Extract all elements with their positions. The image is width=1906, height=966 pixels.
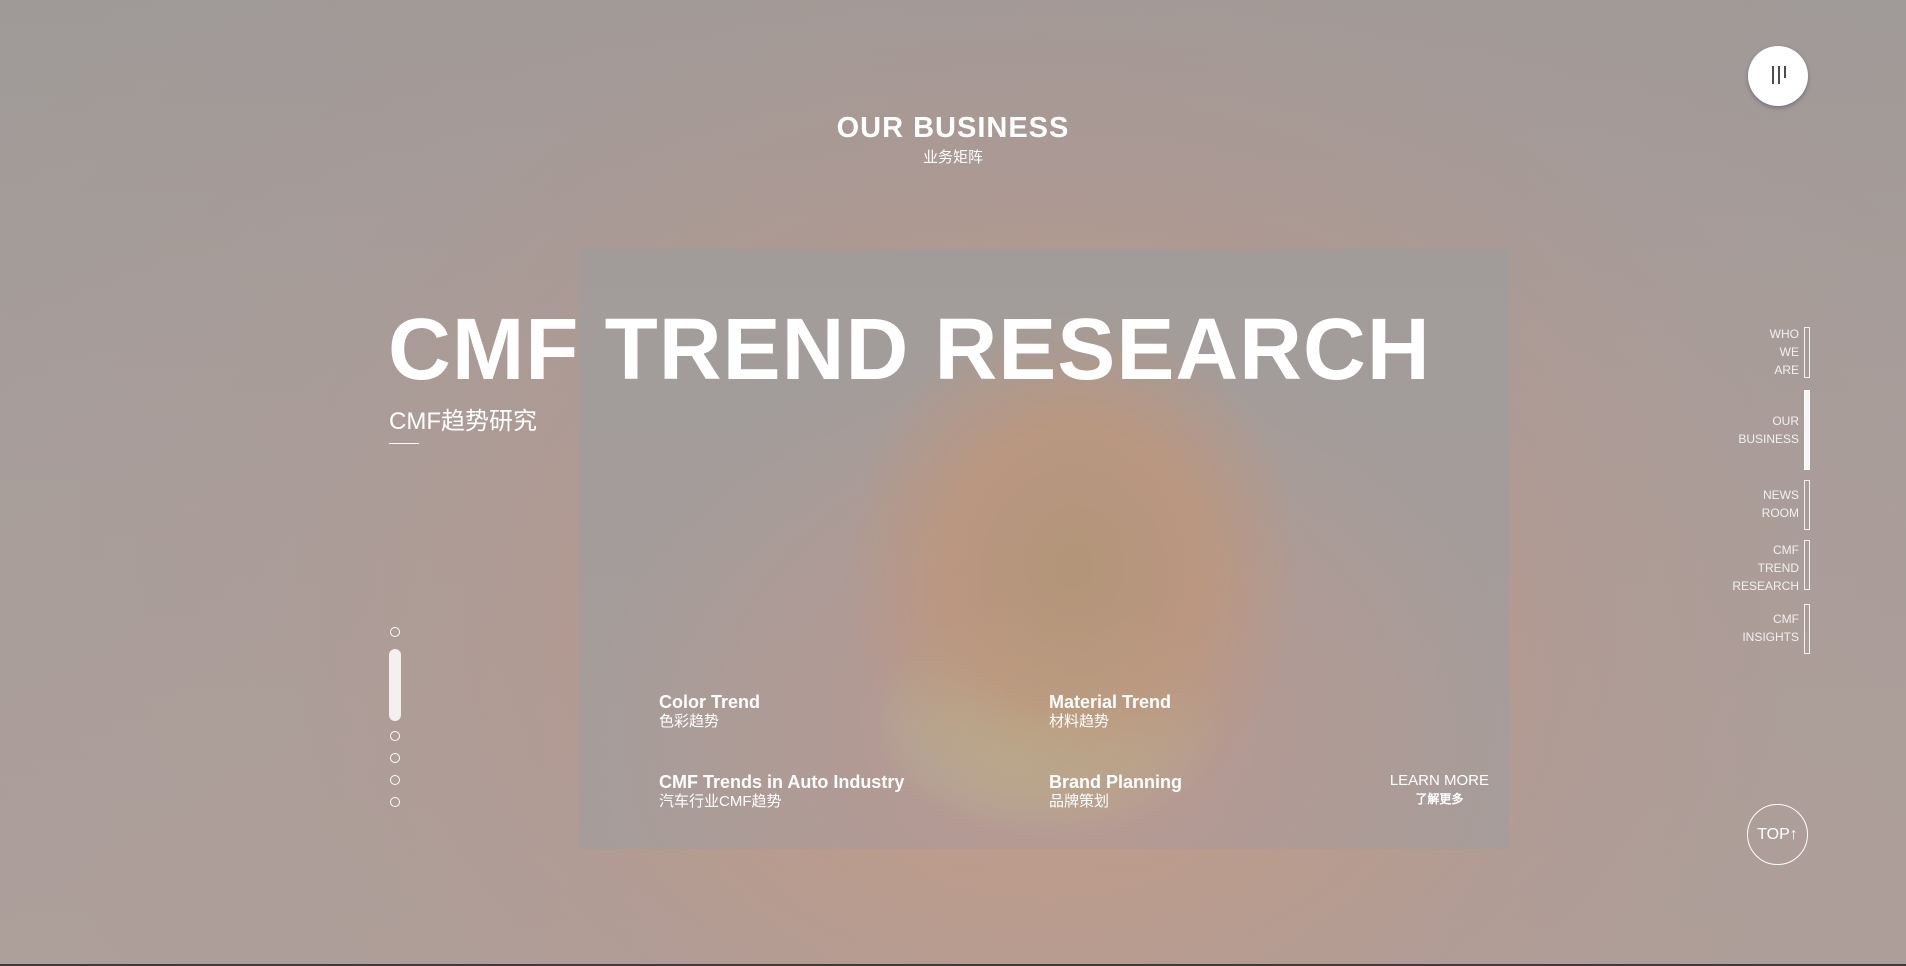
section-subtitle: 业务矩阵 [922,149,983,166]
pager-dot-active[interactable] [389,649,401,721]
side-nav-item-our-business[interactable]: OUR BUSINESS [1738,390,1810,470]
card-item-color-trend[interactable]: Color Trend 色彩趋势 [659,692,760,732]
card-item-subtitle: 品牌策划 [1049,793,1110,810]
menu-bars-icon [1770,66,1788,84]
side-nav-item-cmf-trend-research[interactable]: CMF TREND RESEARCH [1732,540,1810,595]
side-nav-item-cmf-insights[interactable]: CMF INSIGHTS [1742,604,1810,654]
card-item-title: CMF Trends in Auto Industry [659,772,905,792]
hero-subtitle: CMF趋势研究 [389,408,537,435]
section-title: OUR BUSINESS [836,112,1070,144]
card-item-brand-planning[interactable]: Brand Planning 品牌策划 [1049,772,1182,812]
card-item-title: Brand Planning [1049,772,1183,792]
side-nav-label: NEWS ROOM [1761,488,1799,520]
section-header: OUR BUSINESS 业务矩阵 [0,108,1906,168]
hero-underline [389,443,419,444]
pager-dot[interactable] [390,775,400,785]
menu-button[interactable] [1748,46,1808,106]
side-nav-bar [1804,480,1810,530]
card-item-subtitle: 材料趋势 [1049,713,1110,730]
side-nav-label: CMF INSIGHTS [1742,612,1799,644]
side-nav-item-news-room[interactable]: NEWS ROOM [1762,480,1810,530]
page: OUR BUSINESS 业务矩阵 Color Trend 色彩趋势 Mater… [0,0,1906,966]
side-nav-label: CMF TREND RESEARCH [1732,543,1799,593]
side-nav-bar [1804,327,1810,378]
learn-more-label: LEARN MORE [1389,772,1489,789]
side-nav-label: OUR BUSINESS [1738,414,1799,446]
side-nav-label: WHO WE ARE [1769,327,1799,377]
side-nav-bar [1804,604,1810,654]
side-nav-item-who-we-are[interactable]: WHO WE ARE [1770,325,1810,379]
card-item-subtitle: 汽车行业CMF趋势 [659,793,782,810]
side-nav-bar [1804,540,1810,590]
pager-dot[interactable] [390,753,400,763]
side-nav-bar-active [1804,390,1810,470]
card-item-auto-industry[interactable]: CMF Trends in Auto Industry 汽车行业CMF趋势 [659,772,904,812]
pager-dot[interactable] [390,797,400,807]
card-item-title: Color Trend [659,692,761,712]
learn-more-link[interactable]: LEARN MORE 了解更多 [1390,771,1489,807]
pager-dot[interactable] [390,627,400,637]
card-item-subtitle: 色彩趋势 [659,713,720,730]
card-item-title: Material Trend [1049,692,1172,712]
back-to-top-button[interactable]: TOP↑ [1747,804,1808,865]
card-item-material-trend[interactable]: Material Trend 材料趋势 [1049,692,1171,732]
learn-more-sublabel: 了解更多 [1415,792,1464,806]
hero-title: CMF TREND RESEARCH [388,301,1431,398]
pager-dot[interactable] [390,731,400,741]
